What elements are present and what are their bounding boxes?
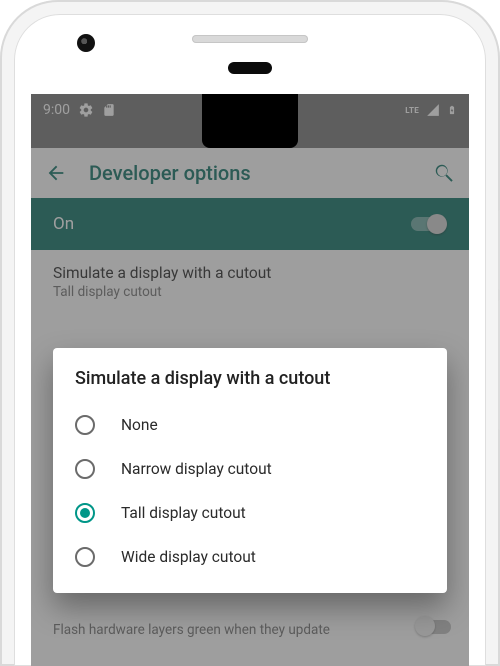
device-frame: 9:00 LTE xyxy=(0,0,500,666)
option-label: Wide display cutout xyxy=(121,548,256,566)
radio-icon-selected xyxy=(75,503,95,523)
front-camera xyxy=(77,34,95,52)
option-label: None xyxy=(121,416,158,434)
option-narrow[interactable]: Narrow display cutout xyxy=(75,447,425,491)
cutout-dialog: Simulate a display with a cutout None Na… xyxy=(53,348,447,593)
earpiece-speaker xyxy=(192,35,308,43)
option-wide[interactable]: Wide display cutout xyxy=(75,535,425,579)
dialog-title: Simulate a display with a cutout xyxy=(75,368,425,389)
radio-icon xyxy=(75,459,95,479)
radio-icon xyxy=(75,415,95,435)
simulated-tall-notch xyxy=(202,94,298,148)
option-label: Narrow display cutout xyxy=(121,460,272,478)
radio-icon xyxy=(75,547,95,567)
proximity-sensor xyxy=(228,62,272,74)
option-label: Tall display cutout xyxy=(121,504,246,522)
phone-screen: 9:00 LTE xyxy=(31,94,469,666)
option-none[interactable]: None xyxy=(75,403,425,447)
option-tall[interactable]: Tall display cutout xyxy=(75,491,425,535)
